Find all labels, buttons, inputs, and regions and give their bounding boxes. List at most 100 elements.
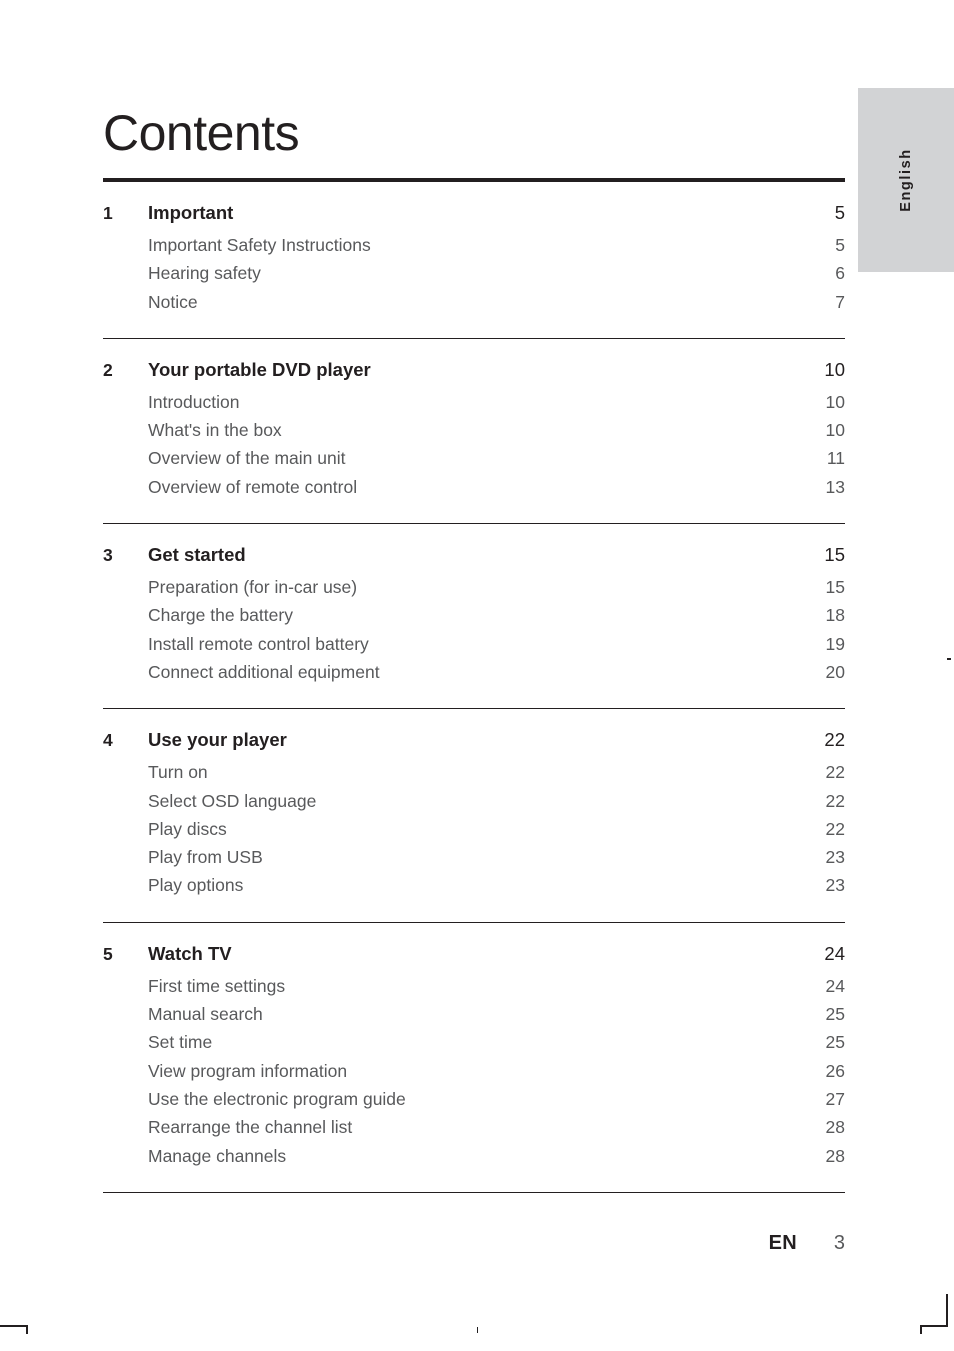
toc-entry[interactable]: View program information 26 <box>103 1057 845 1085</box>
toc-section-number: 4 <box>103 730 113 751</box>
toc-entry[interactable]: Select OSD language 22 <box>103 787 845 815</box>
toc-entry[interactable]: Play from USB 23 <box>103 843 845 871</box>
crop-mark-bottom-left-horizontal <box>0 1325 28 1327</box>
toc-entry[interactable]: First time settings 24 <box>103 972 845 1000</box>
toc-entry[interactable]: Use the electronic program guide 27 <box>103 1085 845 1113</box>
toc-entry-label: Install remote control battery <box>148 633 369 654</box>
toc-entry-page-number: 25 <box>825 1032 845 1053</box>
toc-entry[interactable]: Notice 7 <box>103 288 845 316</box>
toc-entry[interactable]: Overview of the main unit 11 <box>103 444 845 472</box>
toc-entry[interactable]: Manual search 25 <box>103 1000 845 1028</box>
toc-entry[interactable]: Charge the battery 18 <box>103 601 845 629</box>
toc-entry-label: Set time <box>148 1032 213 1053</box>
toc-entry-page-number: 18 <box>825 605 845 626</box>
toc-entry[interactable]: What's in the box 10 <box>103 416 845 444</box>
toc-section-heading[interactable]: 3 Get started 15 <box>103 539 845 570</box>
toc-entry-label: Charge the battery <box>148 605 293 626</box>
crop-mark-bottom-left-vertical <box>26 1325 28 1334</box>
toc-section-number: 5 <box>103 943 113 964</box>
toc-section-title: Your portable DVD player <box>148 358 371 380</box>
toc-entry-page-number: 28 <box>825 1117 845 1138</box>
toc-entry-label: Use the electronic program guide <box>148 1088 406 1109</box>
toc-section-heading[interactable]: 4 Use your player 22 <box>103 724 845 755</box>
toc-entry-page-number: 23 <box>825 875 845 896</box>
toc-section-heading[interactable]: 1 Important 5 <box>103 197 845 228</box>
toc-section-page-number: 22 <box>824 729 845 751</box>
toc-entry-page-number: 23 <box>825 847 845 868</box>
toc-entry[interactable]: Play options 23 <box>103 871 845 899</box>
toc-entry-page-number: 27 <box>825 1088 845 1109</box>
toc-section-page-number: 24 <box>824 942 845 964</box>
toc-entry-page-number: 22 <box>825 790 845 811</box>
toc-entry[interactable]: Set time 25 <box>103 1028 845 1056</box>
footer-language-code: EN <box>768 1232 797 1254</box>
toc-entry-label: First time settings <box>148 975 286 996</box>
toc-entry-label: View program information <box>148 1060 348 1081</box>
toc-section-page-number: 10 <box>824 358 845 380</box>
language-tab: English <box>858 88 954 272</box>
toc-entry-page-number: 24 <box>825 975 845 996</box>
toc-section-body: 1 Important 5 Important Safety Instructions… <box>103 182 845 338</box>
toc-section-heading[interactable]: 5 Watch TV 24 <box>103 938 845 969</box>
toc-entry-page-number: 15 <box>825 577 845 598</box>
toc-sections: 1 Important 5 Important Safety Instructions… <box>103 182 845 1193</box>
crop-mark-bottom-center <box>477 1327 478 1333</box>
toc-entry[interactable]: Turn on 22 <box>103 758 845 786</box>
toc-entry[interactable]: Play discs 22 <box>103 815 845 843</box>
toc-entry[interactable]: Rearrange the channel list 28 <box>103 1113 845 1141</box>
toc-section: 3 Get started 15 Preparation (for in-car us… <box>103 524 845 710</box>
crop-mark-bottom-right-vertical <box>920 1325 922 1334</box>
toc-entry-label: Rearrange the channel list <box>148 1117 353 1138</box>
toc-section: 4 Use your player 22 Turn on 22 Select OSD la… <box>103 709 845 923</box>
toc-entry-label: Hearing safety <box>148 263 261 284</box>
document-page: English Contents 1 Important 5 Important Sa… <box>0 0 954 1351</box>
toc-entry-page-number: 13 <box>825 476 845 497</box>
toc-entry-page-number: 5 <box>835 235 845 255</box>
toc-section-heading[interactable]: 2 Your portable DVD player 10 <box>103 354 845 385</box>
toc-entry-page-number: 22 <box>825 762 845 783</box>
crop-mark-right-middle <box>947 658 951 660</box>
toc-entry-page-number: 10 <box>825 391 845 412</box>
toc-entry-label: Play from USB <box>148 847 263 868</box>
toc-section-body: 2 Your portable DVD player 10 Introduction 1… <box>103 339 845 523</box>
toc-entry-label: What's in the box <box>148 420 282 441</box>
toc-entry-label: Important Safety Instructions <box>148 235 371 255</box>
toc-entry[interactable]: Connect additional equipment 20 <box>103 658 845 686</box>
toc-section-title: Get started <box>148 544 246 566</box>
toc-entry-label: Manual search <box>148 1004 263 1025</box>
toc-section-number: 2 <box>103 359 113 380</box>
toc-entry-label: Play options <box>148 875 244 896</box>
toc-entry-label: Notice <box>148 291 198 312</box>
toc-section-body: 4 Use your player 22 Turn on 22 Select OSD la… <box>103 709 845 921</box>
toc-section-divider <box>103 1191 845 1193</box>
toc-entry[interactable]: Hearing safety 6 <box>103 259 845 287</box>
toc-section-page-number: 5 <box>834 202 845 223</box>
toc-entry-page-number: 22 <box>825 818 845 839</box>
toc-entry[interactable]: Install remote control battery 19 <box>103 630 845 658</box>
toc-section: 2 Your portable DVD player 10 Introduction 1… <box>103 339 845 525</box>
toc-entry-page-number: 19 <box>825 633 845 654</box>
crop-mark-right-edge <box>946 1294 948 1327</box>
page-footer: EN 3 <box>103 1232 845 1255</box>
language-tab-label: English <box>898 148 914 212</box>
toc-entry-label: Turn on <box>148 762 208 783</box>
toc-entry-label: Connect additional equipment <box>148 661 380 682</box>
toc-entry[interactable]: Preparation (for in-car use) 15 <box>103 573 845 601</box>
page-title: Contents <box>103 104 300 161</box>
table-of-contents: 1 Important 5 Important Safety Instructions… <box>103 178 845 1193</box>
toc-section-number: 1 <box>103 203 113 223</box>
toc-section: 5 Watch TV 24 First time settings 24 Manual s… <box>103 923 845 1193</box>
toc-entry-label: Manage channels <box>148 1145 287 1166</box>
toc-entry-page-number: 26 <box>825 1060 845 1081</box>
toc-entry-label: Preparation (for in-car use) <box>148 577 358 598</box>
crop-mark-bottom-right-horizontal <box>920 1325 948 1327</box>
toc-entry-label: Introduction <box>148 391 240 412</box>
toc-section-title: Watch TV <box>148 942 232 964</box>
toc-entry[interactable]: Introduction 10 <box>103 388 845 416</box>
toc-entry[interactable]: Overview of remote control 13 <box>103 473 845 501</box>
toc-entry[interactable]: Manage channels 28 <box>103 1142 845 1170</box>
toc-entry[interactable]: Important Safety Instructions 5 <box>103 231 845 259</box>
toc-entry-page-number: 7 <box>835 291 845 312</box>
toc-section-number: 3 <box>103 545 113 566</box>
toc-entry-label: Play discs <box>148 818 227 839</box>
